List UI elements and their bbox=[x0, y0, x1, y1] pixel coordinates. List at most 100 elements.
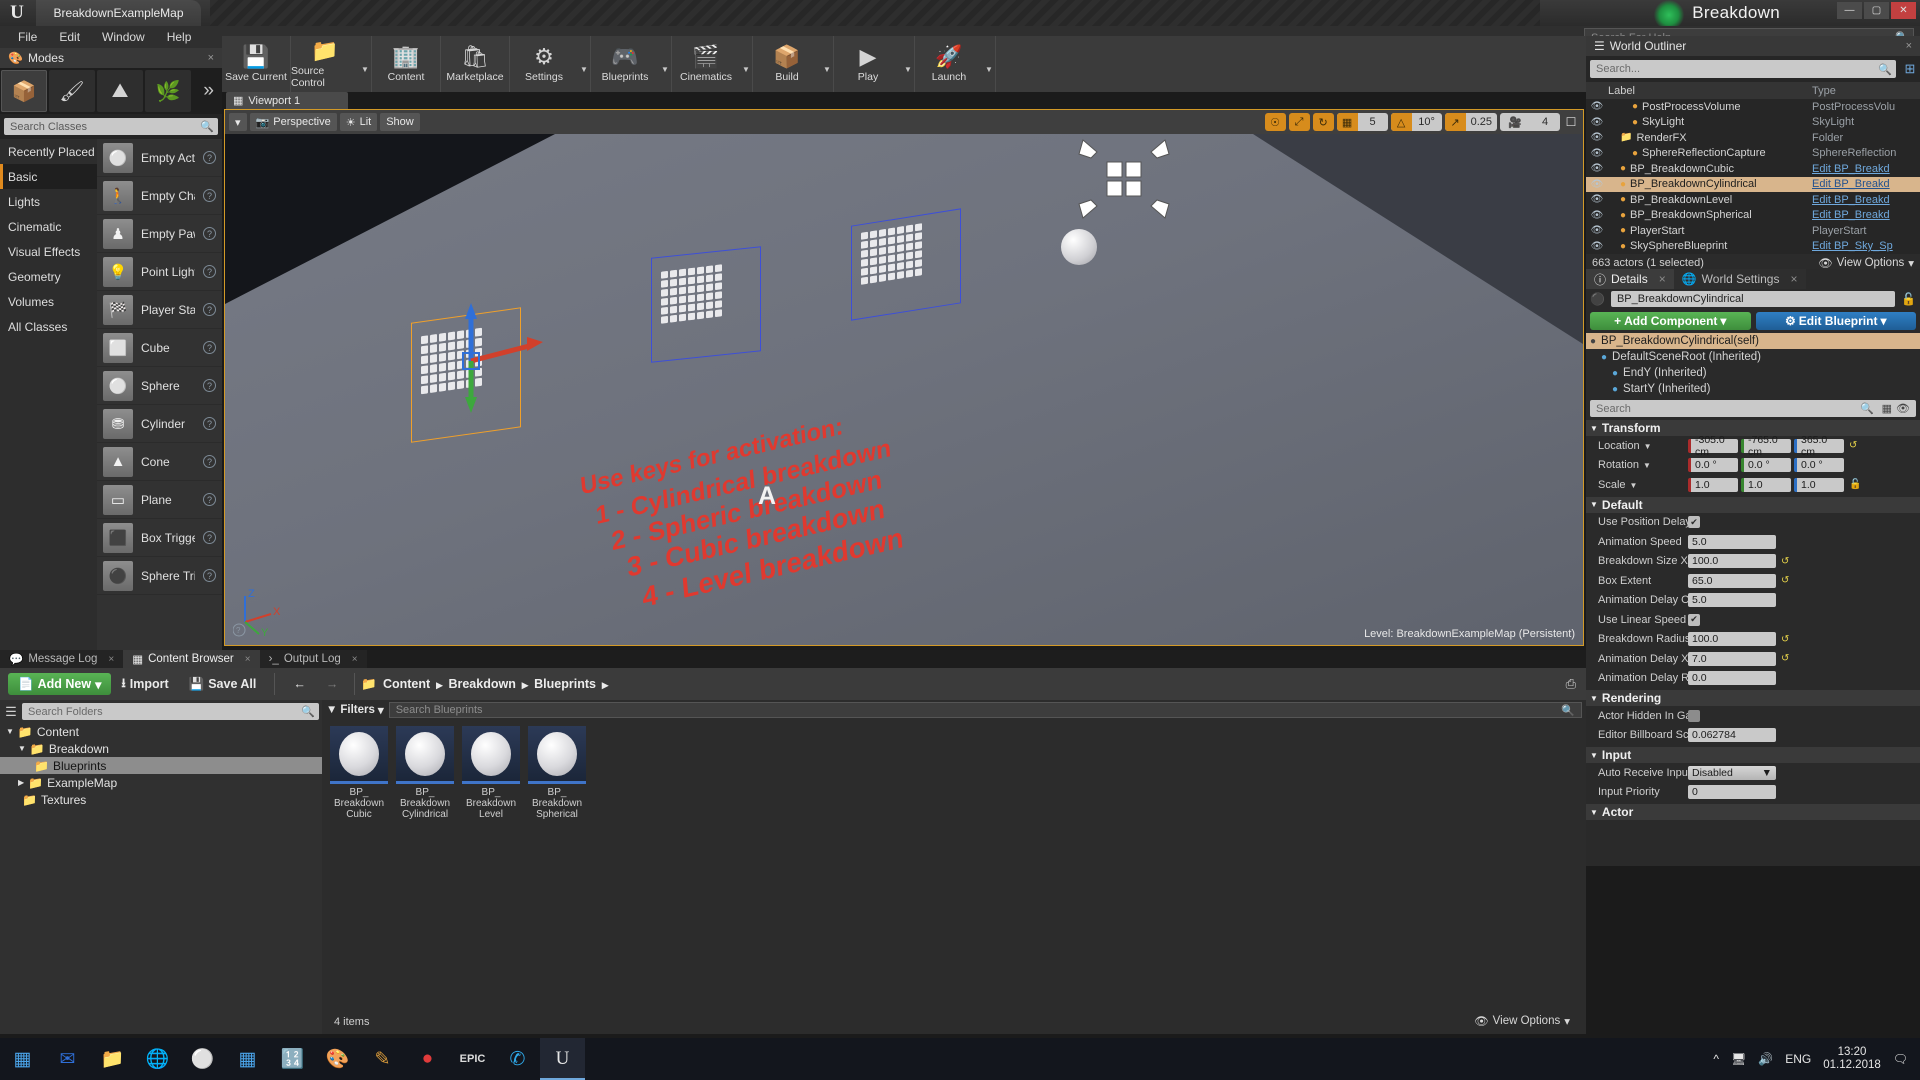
scale-snap-icon[interactable]: ↗ bbox=[1444, 113, 1466, 131]
outliner-row[interactable]: 👁 ● SkyLight SkyLight bbox=[1586, 115, 1920, 131]
actor-item-empty-pawn[interactable]: ♟ Empty Pawn? bbox=[97, 215, 222, 253]
chevron-down-icon[interactable]: ▼ bbox=[821, 36, 833, 92]
category-geometry[interactable]: Geometry bbox=[0, 264, 97, 289]
expander-icon[interactable]: ▶ bbox=[0, 778, 24, 787]
angle-snap-group[interactable]: △ 10° bbox=[1390, 113, 1442, 131]
details-search-input[interactable]: Search 🔍 ▦ 👁 bbox=[1590, 400, 1916, 417]
vector-input-group[interactable]: 1.0 1.0 1.0 bbox=[1688, 477, 1844, 492]
visibility-toggle-icon[interactable]: 👁 bbox=[1586, 225, 1608, 236]
rotate-snap-icon[interactable]: ↻ bbox=[1312, 113, 1334, 131]
revert-icon[interactable]: ↺ bbox=[1781, 634, 1789, 645]
folder-item-blueprints[interactable]: 📁 Blueprints bbox=[0, 757, 322, 774]
number-input[interactable]: 0.062784 bbox=[1688, 728, 1776, 743]
vector-axis-z[interactable]: 0.0 ° bbox=[1794, 458, 1844, 473]
dropdown[interactable]: Disabled ▼ bbox=[1688, 765, 1776, 780]
revert-icon[interactable]: ↺ bbox=[1781, 575, 1789, 586]
revert-icon[interactable]: ↺ bbox=[1781, 653, 1789, 664]
help-icon[interactable]: ? bbox=[203, 379, 216, 392]
tab-content-browser[interactable]: ▦ Content Browser × bbox=[123, 650, 260, 668]
toolbar-blueprints-button[interactable]: 🎮 Blueprints bbox=[591, 36, 659, 92]
chrome-icon[interactable]: ⚪ bbox=[180, 1038, 225, 1080]
close-icon[interactable]: × bbox=[108, 654, 114, 665]
skype-icon[interactable]: ✆ bbox=[495, 1038, 540, 1080]
menu-window[interactable]: Window bbox=[92, 27, 155, 47]
expander-icon[interactable]: ▼ bbox=[0, 744, 26, 753]
tab-output-log[interactable]: ›_ Output Log × bbox=[259, 650, 367, 668]
visibility-toggle-icon[interactable]: 👁 bbox=[1586, 194, 1608, 205]
lit-button[interactable]: ☀ Lit bbox=[339, 113, 378, 131]
grid-snap-icon[interactable]: ▦ bbox=[1336, 113, 1358, 131]
category-volumes[interactable]: Volumes bbox=[0, 289, 97, 314]
explorer-icon[interactable]: 📁 bbox=[90, 1038, 135, 1080]
chevron-down-icon[interactable]: ▼ bbox=[1644, 442, 1652, 451]
toolbar-play-button[interactable]: ▶ Play bbox=[834, 36, 902, 92]
close-icon[interactable]: × bbox=[1906, 40, 1912, 52]
menu-edit[interactable]: Edit bbox=[49, 27, 90, 47]
toolbar-source-control-button[interactable]: 📁 Source Control bbox=[291, 36, 359, 92]
epic-icon[interactable]: EPIC bbox=[450, 1038, 495, 1080]
number-input[interactable]: 7.0 bbox=[1688, 651, 1776, 666]
checkbox[interactable]: ✔ bbox=[1688, 613, 1700, 626]
close-button[interactable]: ✕ bbox=[1891, 2, 1916, 19]
component-item[interactable]: ● EndY (Inherited) bbox=[1586, 365, 1920, 381]
section-header-default[interactable]: ▼ Default bbox=[1586, 496, 1920, 513]
outliner-row[interactable]: 👁 ● PostProcessVolume PostProcessVolu bbox=[1586, 99, 1920, 115]
edge-icon[interactable]: 🌐 bbox=[135, 1038, 180, 1080]
add-component-button[interactable]: + Add Component ▾ bbox=[1590, 312, 1751, 330]
calc-icon[interactable]: 🔢 bbox=[270, 1038, 315, 1080]
visibility-toggle-icon[interactable]: 👁 bbox=[1586, 132, 1608, 143]
place-mode-icon[interactable]: 📦 bbox=[1, 70, 47, 112]
checkbox[interactable]: ✔ bbox=[1688, 516, 1700, 529]
vector-axis-z[interactable]: 365.0 cm bbox=[1794, 434, 1844, 458]
number-input[interactable]: 65.0 bbox=[1688, 573, 1776, 588]
revert-icon[interactable]: ↺ bbox=[1849, 440, 1857, 451]
component-item[interactable]: ● StartY (Inherited) bbox=[1586, 381, 1920, 397]
outliner-row[interactable]: 👁 📁 RenderFX Folder bbox=[1586, 130, 1920, 146]
actor-item-box-trigger[interactable]: ⬛ Box Trigger? bbox=[97, 519, 222, 557]
scale-snap-group[interactable]: ↗ 0.25 bbox=[1444, 113, 1497, 131]
number-input[interactable]: 100.0 bbox=[1688, 632, 1776, 647]
breadcrumb-blueprints[interactable]: Blueprints bbox=[534, 677, 596, 691]
close-icon[interactable]: × bbox=[352, 654, 358, 665]
outliner-row-type[interactable]: Edit BP_Sky_Sp bbox=[1812, 240, 1920, 252]
folder-item-examplemap[interactable]: ▶ 📁 ExampleMap bbox=[0, 774, 322, 791]
chevron-down-icon[interactable]: ▼ bbox=[983, 36, 995, 92]
visibility-toggle-icon[interactable]: 👁 bbox=[1586, 163, 1608, 174]
minimize-button[interactable]: — bbox=[1837, 2, 1862, 19]
category-visual-effects[interactable]: Visual Effects bbox=[0, 239, 97, 264]
surface-snap-group[interactable]: ☉ bbox=[1264, 113, 1286, 131]
outliner-row[interactable]: 👁 ● PlayerStart PlayerStart bbox=[1586, 223, 1920, 239]
chevron-down-icon[interactable]: ▼ bbox=[1643, 461, 1651, 470]
actor-name-input[interactable]: BP_BreakdownCylindrical bbox=[1610, 291, 1896, 307]
actor-item-cone[interactable]: ▲ Cone? bbox=[97, 443, 222, 481]
close-icon[interactable]: × bbox=[1659, 272, 1666, 286]
vector-axis-y[interactable]: 1.0 bbox=[1741, 477, 1791, 492]
paint-icon[interactable]: 🎨 bbox=[315, 1038, 360, 1080]
expander-icon[interactable]: ▼ bbox=[0, 727, 14, 736]
eye-icon[interactable]: 👁 bbox=[1896, 402, 1910, 415]
number-input[interactable]: 5.0 bbox=[1688, 593, 1776, 608]
help-icon[interactable]: ? bbox=[203, 531, 216, 544]
asset-tile[interactable]: BP_ Breakdown Cubic bbox=[330, 726, 388, 820]
number-input[interactable]: 0 bbox=[1688, 785, 1776, 800]
chevron-down-icon[interactable]: ▼ bbox=[578, 36, 590, 92]
revert-icon[interactable]: ↺ bbox=[1781, 556, 1789, 567]
number-input[interactable]: 0.0 bbox=[1688, 671, 1776, 686]
actor-item-plane[interactable]: ▭ Plane? bbox=[97, 481, 222, 519]
add-new-button[interactable]: 📄 Add New ▾ bbox=[8, 673, 112, 695]
vector-axis-x[interactable]: 1.0 bbox=[1688, 477, 1738, 492]
save-all-button[interactable]: 💾 Save All bbox=[179, 677, 267, 692]
world-outliner-tab[interactable]: ☰ World Outliner × bbox=[1586, 36, 1920, 56]
outliner-view-options-button[interactable]: 👁 View Options ▾ bbox=[1818, 256, 1914, 270]
category-all-classes[interactable]: All Classes bbox=[0, 314, 97, 339]
word-icon[interactable]: ✎ bbox=[360, 1038, 405, 1080]
search-classes-input[interactable]: Search Classes 🔍 bbox=[4, 118, 218, 135]
asset-tile[interactable]: BP_ Breakdown Level bbox=[462, 726, 520, 820]
back-button[interactable]: ← bbox=[283, 677, 316, 691]
outliner-row-type[interactable]: Edit BP_Breakd bbox=[1812, 209, 1920, 221]
modes-tab[interactable]: 🎨 Modes × bbox=[0, 48, 222, 68]
edit-blueprint-button[interactable]: ⚙ Edit Blueprint ▾ bbox=[1755, 312, 1916, 330]
visibility-toggle-icon[interactable]: 👁 bbox=[1586, 179, 1608, 190]
move-gizmo-icon[interactable] bbox=[1065, 120, 1185, 240]
toolbar-save-current-button[interactable]: 💾 Save Current bbox=[222, 36, 290, 92]
